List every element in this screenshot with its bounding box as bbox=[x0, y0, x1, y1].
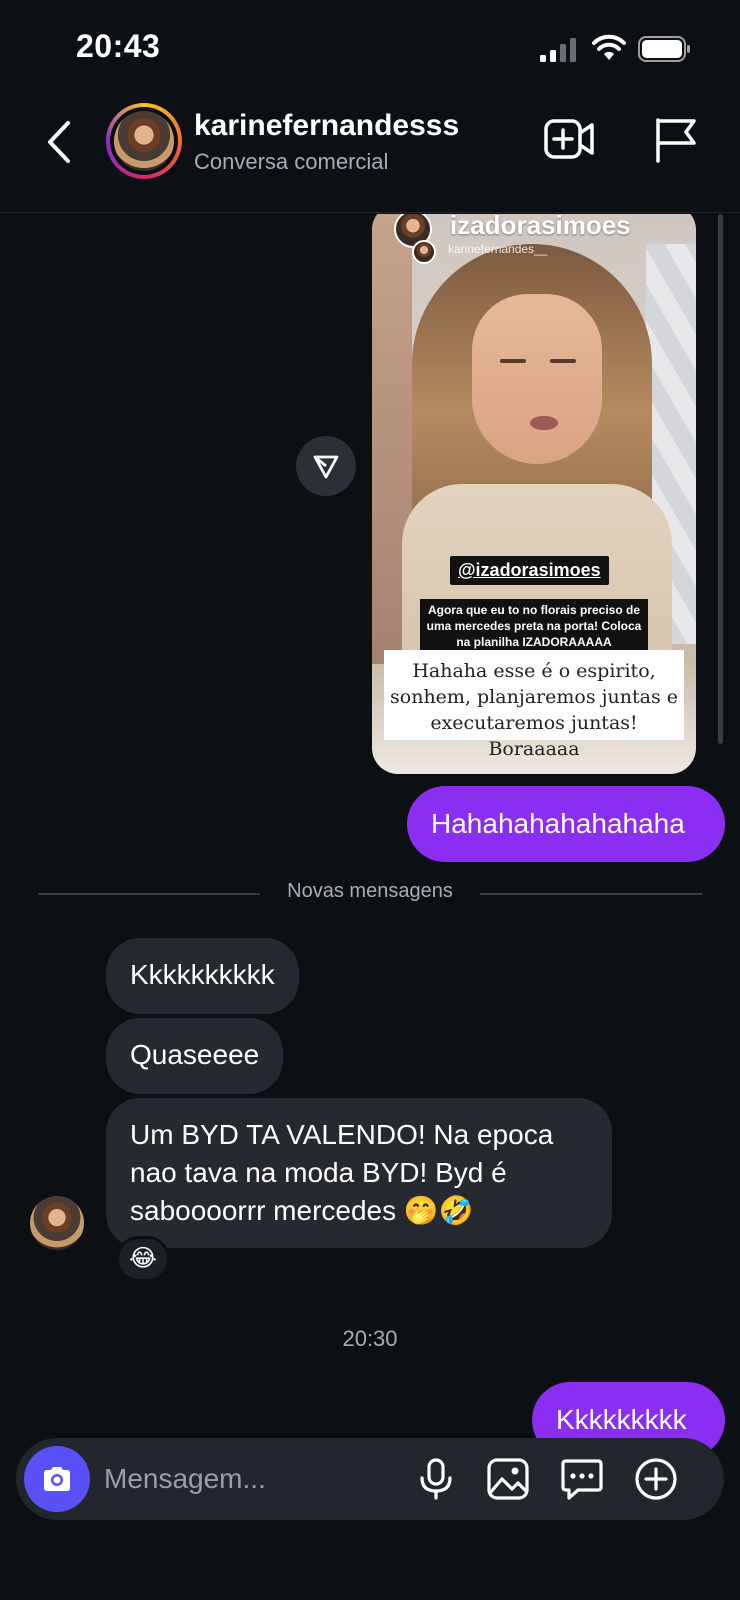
dm-screen: 20:43 karinefernandesss Conversa comerci… bbox=[0, 0, 740, 1600]
incoming-message[interactable]: Quaseeee bbox=[106, 1018, 284, 1094]
flag-icon[interactable] bbox=[654, 117, 698, 163]
message-timestamp: 20:30 bbox=[342, 1326, 398, 1351]
contact-name[interactable]: karinefernandesss bbox=[194, 109, 459, 143]
message-list[interactable]: izadorasimoes karinefernandes__ @izadora… bbox=[0, 214, 740, 1600]
video-call-icon[interactable] bbox=[544, 117, 596, 161]
outgoing-message[interactable]: Hahahahahahahaha bbox=[407, 786, 725, 862]
incoming-message[interactable]: Um BYD TA VALENDO! Na epoca nao tava na … bbox=[106, 1098, 612, 1248]
shared-story-card[interactable]: izadorasimoes karinefernandes__ @izadora… bbox=[372, 214, 696, 774]
add-icon[interactable] bbox=[634, 1457, 678, 1501]
gallery-icon[interactable] bbox=[486, 1457, 530, 1501]
story-quote-text: Hahaha esse é o espirito, sonhem, planja… bbox=[384, 650, 684, 760]
incoming-message[interactable]: Kkkkkkkkkk bbox=[106, 938, 299, 1014]
status-time: 20:43 bbox=[76, 28, 161, 64]
story-mention-sticker: @izadorasimoes bbox=[450, 556, 609, 585]
conversation-type: Conversa comercial bbox=[194, 149, 389, 174]
laughing-reaction[interactable]: 😂 bbox=[116, 1236, 170, 1282]
microphone-icon[interactable] bbox=[414, 1457, 458, 1501]
message-composer bbox=[16, 1438, 724, 1520]
forward-button[interactable] bbox=[296, 436, 356, 496]
back-chevron-icon[interactable] bbox=[40, 117, 80, 167]
chat-header: karinefernandesss Conversa comercial bbox=[0, 95, 740, 213]
status-bar: 20:43 bbox=[0, 0, 740, 95]
avatar-photo bbox=[114, 111, 174, 171]
wifi-icon bbox=[592, 34, 626, 60]
divider-line-left bbox=[38, 893, 260, 895]
story-sub-username: karinefernandes__ bbox=[448, 242, 548, 256]
scrollbar[interactable] bbox=[718, 214, 723, 744]
signal-icon bbox=[540, 38, 576, 62]
message-input[interactable] bbox=[104, 1458, 404, 1500]
story-caption: Agora que eu to no florais preciso de um… bbox=[420, 599, 648, 653]
divider-line-right bbox=[480, 893, 702, 895]
battery-icon bbox=[638, 36, 690, 62]
send-icon bbox=[313, 455, 339, 479]
sticker-chat-icon[interactable] bbox=[560, 1457, 604, 1501]
camera-button[interactable] bbox=[24, 1446, 90, 1512]
story-username: izadorasimoes bbox=[450, 214, 631, 240]
new-messages-divider: Novas mensagens bbox=[287, 880, 453, 902]
sender-avatar[interactable] bbox=[30, 1196, 84, 1250]
story-reshare-avatar bbox=[412, 240, 436, 264]
camera-icon bbox=[44, 1467, 70, 1491]
contact-avatar[interactable] bbox=[106, 103, 182, 179]
